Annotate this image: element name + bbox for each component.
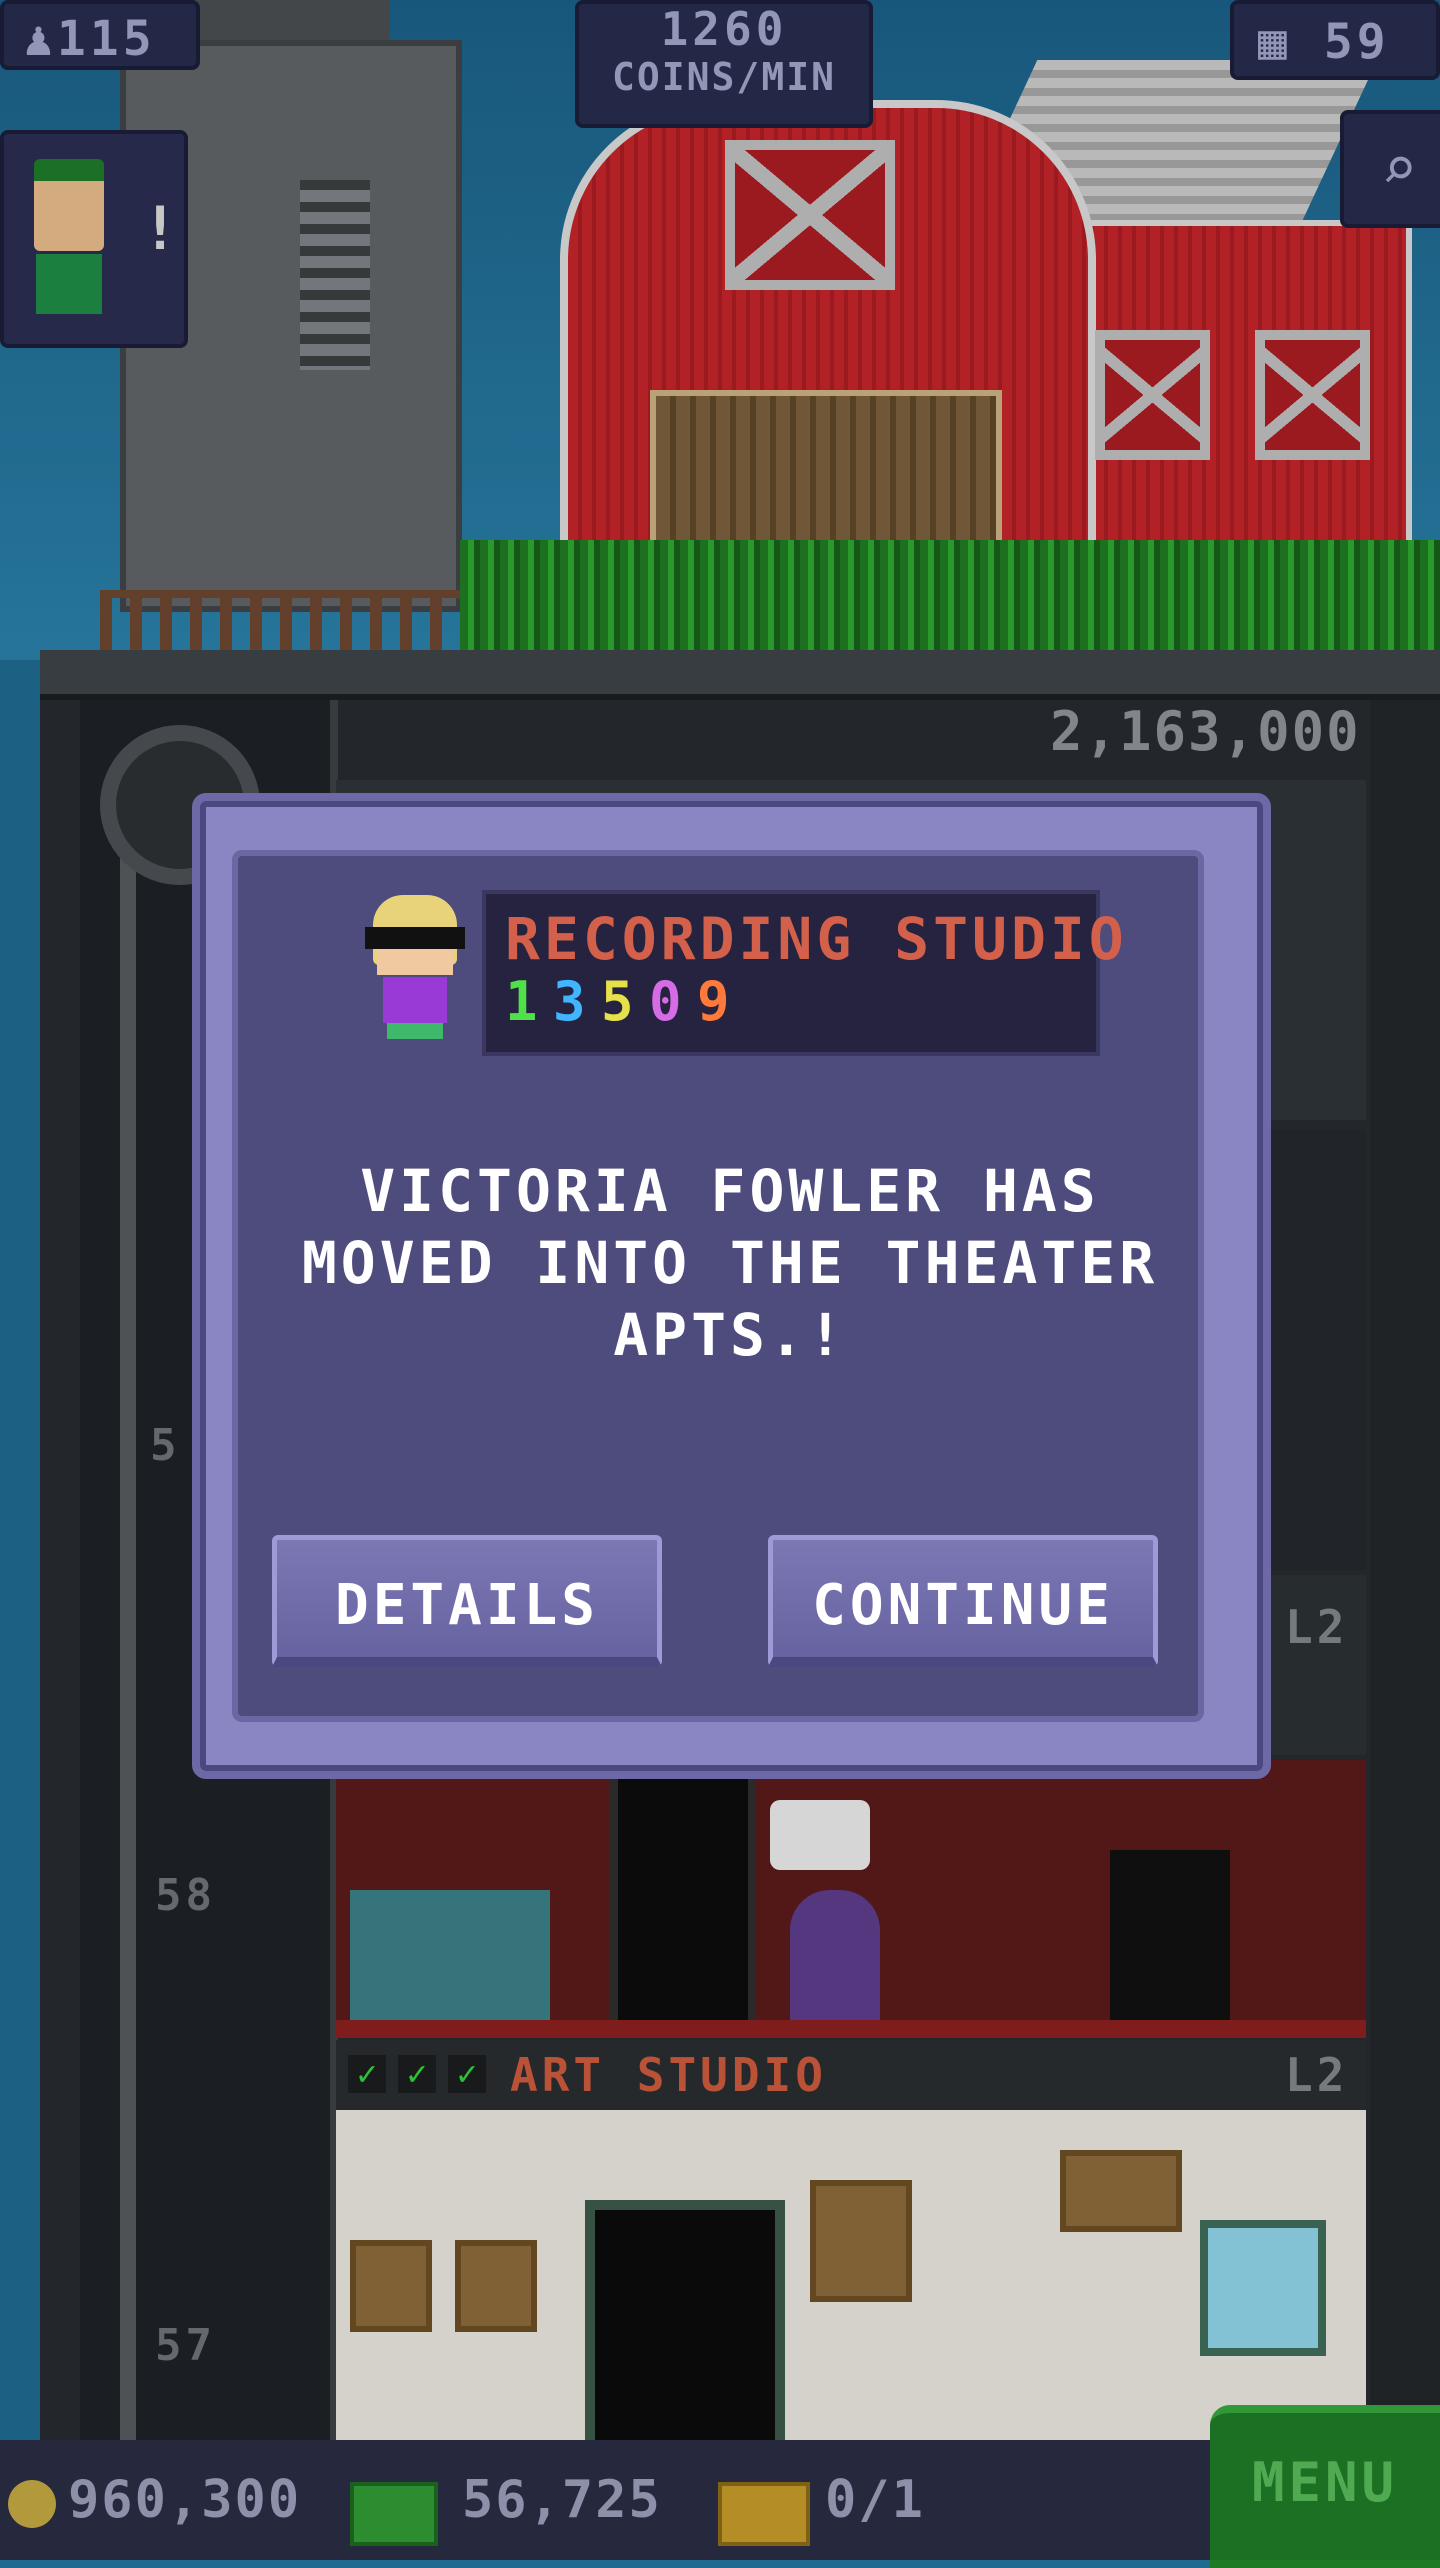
message-line: APTS.! xyxy=(613,1301,847,1369)
room-name: RECORDING STUDIO xyxy=(505,905,1128,973)
move-in-message: VICTORIA FOWLER HAS MOVED INTO THE THEAT… xyxy=(290,1155,1170,1371)
avatar-pants xyxy=(387,1023,443,1039)
sunglasses-icon xyxy=(365,927,465,949)
details-button[interactable]: DETAILS xyxy=(272,1535,662,1667)
room-digit: 5 xyxy=(601,970,638,1033)
room-digit: 9 xyxy=(697,970,734,1033)
avatar-face xyxy=(377,949,453,975)
resident-avatar xyxy=(355,895,475,1045)
message-line: MOVED INTO THE THEATER xyxy=(301,1229,1159,1297)
message-line: VICTORIA FOWLER HAS xyxy=(360,1157,1100,1225)
continue-button[interactable]: CONTINUE xyxy=(768,1535,1158,1667)
room-digit: 0 xyxy=(649,970,686,1033)
room-digit: 3 xyxy=(553,970,590,1033)
room-digit: 1 xyxy=(505,970,542,1033)
avatar-shirt xyxy=(383,977,447,1023)
